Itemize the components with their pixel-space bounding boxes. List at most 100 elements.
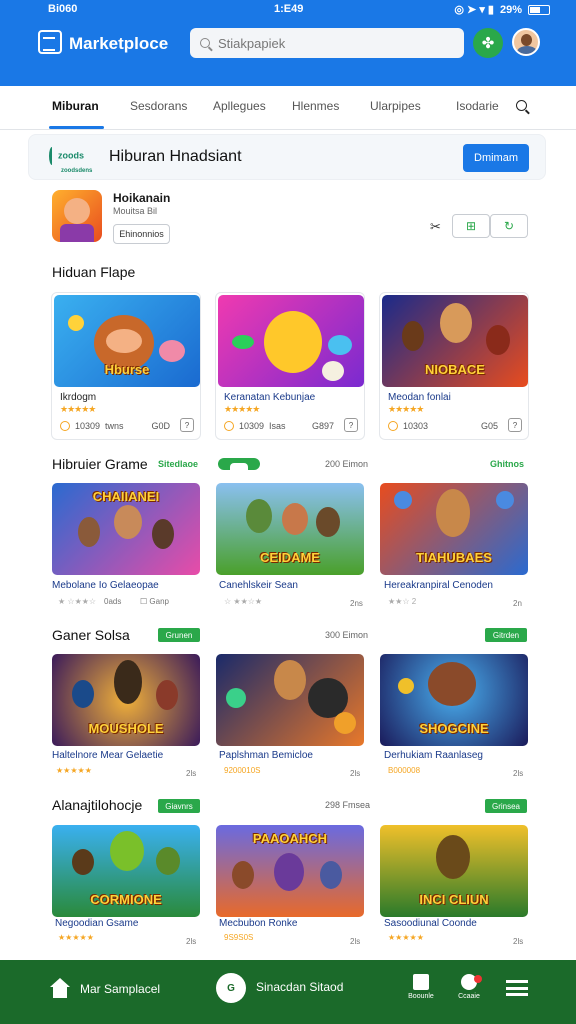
grid-icon: ⊞ — [465, 219, 477, 233]
game-name: Derhukiam Raanlaseg — [384, 750, 483, 761]
promo-banner: zoods zoodsdens Hiburan Hnadsiant Dmimam — [28, 134, 546, 180]
section-right-3[interactable]: Gitrden — [485, 628, 527, 642]
tab-search-icon[interactable] — [516, 100, 527, 111]
thumbnail-title: PAAOAHCH — [252, 831, 328, 846]
bottom-nav: Mar Samplacel G Sinacdan Sitaod Boounle … — [0, 960, 576, 1024]
meta-extra: G0D — [151, 421, 170, 431]
game-name: Mebolane Io Gelaeopae — [52, 580, 159, 591]
tab-5[interactable]: Isodarie — [456, 99, 499, 113]
toggle-pill[interactable] — [218, 458, 260, 470]
category-tabs: Miburan Sesdorans Apllegues Hlenmes Ular… — [0, 86, 576, 130]
tab-0[interactable]: Miburan — [52, 99, 99, 113]
game-name: Paplshman Bemicloe — [219, 750, 313, 761]
thumbnail-title: CORMIONE — [90, 892, 162, 907]
rating-stars: ★★★★★ — [224, 404, 260, 414]
rating-stars: ★★★★★ — [60, 404, 96, 414]
thumbnail-title: Hburse — [104, 362, 150, 377]
marketplace-logo-icon — [38, 30, 62, 54]
game-name: Haltelnore Mear Gelaetie — [52, 750, 164, 761]
meta-unit: Isas — [269, 421, 286, 431]
coin-icon — [388, 421, 398, 431]
section-right-4[interactable]: Grinsea — [485, 799, 527, 813]
nav-item-1-label: Boounle — [408, 993, 434, 1000]
section-badge-3[interactable]: Grunen — [158, 628, 200, 642]
coin-icon — [60, 421, 70, 431]
section-link-2[interactable]: Sitedlaoe — [158, 459, 198, 469]
game-name: Negoodian Gsame — [55, 918, 139, 929]
thumbnail-title: SHOGCINE — [419, 721, 489, 736]
game-thumbnail[interactable]: TIAHUBAES — [380, 483, 528, 575]
game-card[interactable]: NIOBACE Meodan fonlai ★★★★★ 10303 G05 ? — [379, 292, 529, 440]
rating-stars: ★ ☆★★☆ — [58, 597, 97, 606]
info-icon[interactable]: ? — [180, 418, 194, 432]
game-thumbnail[interactable]: CORMIONE — [52, 825, 200, 917]
section-right-2[interactable]: Ghitnos — [490, 459, 524, 469]
game-thumbnail[interactable]: CHAIIANEI — [52, 483, 200, 575]
status-right: ◎ ➤ ▾ ▮ 29% — [454, 3, 550, 16]
game-name: Mecbubon Ronke — [219, 918, 298, 929]
avatar[interactable] — [512, 28, 540, 56]
tools-icon[interactable]: ✂ — [430, 219, 441, 235]
menu-icon[interactable] — [506, 980, 528, 996]
thumbnail-title: CHAIIANEI — [92, 489, 160, 504]
nav-item-2[interactable]: Ccaaie — [449, 974, 489, 1000]
game-thumbnail[interactable]: PAAOAHCH — [216, 825, 364, 917]
meta-extra: G05 — [480, 421, 498, 431]
game-meta: 2ls — [186, 937, 197, 946]
home-label[interactable]: Mar Samplacel — [80, 982, 160, 996]
book-icon — [413, 974, 429, 990]
game-thumbnail[interactable]: MOUSHOLE — [52, 654, 200, 746]
thumbnail-title: CEIDAME — [260, 550, 320, 565]
game-meta-2: Ganp — [149, 597, 169, 606]
search-icon — [200, 38, 210, 48]
rating-stars: ★★★★★ — [56, 766, 92, 775]
grid-button[interactable]: ⊞ — [452, 214, 490, 238]
game-meta: 0ads — [104, 597, 122, 606]
game-card[interactable]: Keranatan Kebunjae ★★★★★ 10309 Isas G897 … — [215, 292, 365, 440]
clover-button[interactable]: ✤ — [473, 28, 503, 58]
rating-stars: ☆ ★★☆★ — [224, 597, 263, 606]
search-placeholder: Stiakpapiek — [218, 35, 286, 51]
tab-1[interactable]: Sesdorans — [130, 99, 187, 113]
nav-item-1[interactable]: Boounle — [401, 974, 441, 1000]
search-input[interactable]: Stiakpapiek — [190, 28, 464, 58]
center-label[interactable]: Sinacdan Sitaod — [256, 980, 343, 994]
tab-2[interactable]: Apllegues — [213, 99, 266, 113]
tab-4[interactable]: Ularpipes — [370, 99, 421, 113]
info-icon[interactable]: ? — [344, 418, 358, 432]
game-meta: 2ls — [350, 937, 361, 946]
bookmark-icon[interactable]: ☐ — [140, 597, 147, 606]
banner-logo-sub: zoodsdens — [61, 168, 93, 174]
featured-app-button[interactable]: Ehinonnios — [113, 224, 170, 244]
home-icon[interactable] — [50, 978, 70, 998]
game-card[interactable]: Hburse Ikrdogm ★★★★★ 10309 twns G0D ? — [51, 292, 201, 440]
center-button[interactable]: G — [216, 973, 246, 1003]
meta-count: 10309 — [239, 421, 265, 431]
featured-app-name: Hoikanain — [113, 191, 171, 205]
nav-item-2-label: Ccaaie — [458, 993, 480, 1000]
rating-stars: ★★★★★ — [388, 404, 424, 414]
section-badge-4[interactable]: Giavnrs — [158, 799, 200, 813]
section-title-4: Alanajtilohocje — [52, 797, 143, 813]
section-title-2: Hibruier Grame — [52, 456, 148, 472]
refresh-icon: ↻ — [503, 219, 515, 233]
game-thumbnail[interactable]: SHOGCINE — [380, 654, 528, 746]
coin-icon — [224, 421, 234, 431]
app-bar: Marketploce Stiakpapiek ✤ — [0, 20, 576, 86]
meta-unit: twns — [105, 421, 124, 431]
info-icon[interactable]: ? — [508, 418, 522, 432]
game-thumbnail[interactable]: CEIDAME — [216, 483, 364, 575]
refresh-button[interactable]: ↻ — [490, 214, 528, 238]
thumbnail-title: INCI CLIUN — [419, 892, 489, 907]
game-thumbnail[interactable] — [216, 654, 364, 746]
featured-app-icon[interactable] — [52, 190, 102, 242]
rating-stars: ★★★★★ — [388, 933, 424, 942]
status-time: 1:E49 — [274, 3, 304, 15]
game-thumbnail — [218, 295, 364, 387]
banner-button[interactable]: Dmimam — [463, 144, 529, 172]
rating-stars: ★★★★★ — [58, 933, 94, 942]
game-name: Hereakranpiral Cenoden — [384, 580, 493, 591]
thumbnail-title: TIAHUBAES — [416, 550, 492, 565]
game-thumbnail[interactable]: INCI CLIUN — [380, 825, 528, 917]
tab-3[interactable]: Hlenmes — [292, 99, 339, 113]
